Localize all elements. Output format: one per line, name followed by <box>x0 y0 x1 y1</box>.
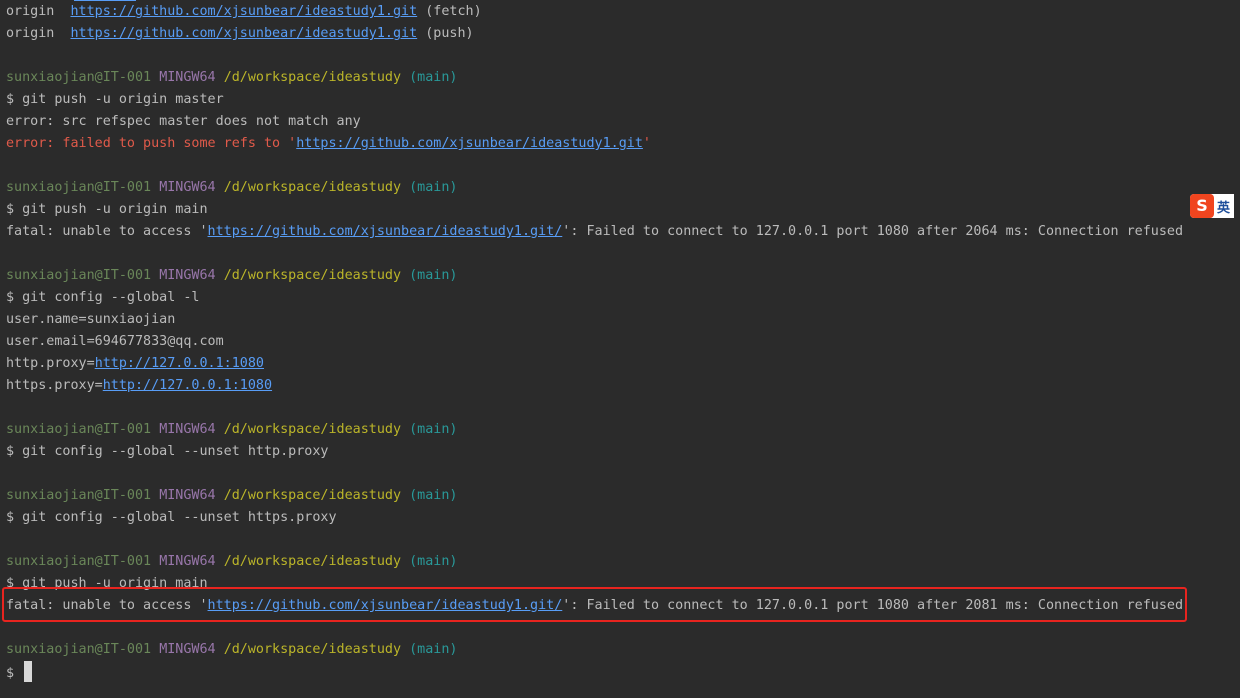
command-line: $ git push -u origin main <box>6 202 208 217</box>
config-https-proxy: https.proxy=http://127.0.0.1:1080 <box>6 378 273 393</box>
command-line: $ git config --global --unset http.proxy <box>6 444 329 459</box>
sogou-ime-icon: S <box>1190 194 1214 218</box>
config-user-name: user.name=sunxiaojian <box>6 312 176 327</box>
prompt-line: sunxiaojian@IT-001 MINGW64 /d/workspace/… <box>6 180 458 195</box>
error-line: error: failed to push some refs to 'http… <box>6 136 651 151</box>
fatal-url[interactable]: https://github.com/xjsunbear/ideastudy1.… <box>208 598 563 613</box>
ime-indicator[interactable]: S 英 <box>1190 194 1235 218</box>
prompt-line: sunxiaojian@IT-001 MINGW64 /d/workspace/… <box>6 488 458 503</box>
command-line: $ git push -u origin main <box>6 576 208 591</box>
command-line: $ git config --global -l <box>6 290 200 305</box>
prompt-line: sunxiaojian@IT-001 MINGW64 /d/workspace/… <box>6 642 458 657</box>
prompt-line: sunxiaojian@IT-001 MINGW64 /d/workspace/… <box>6 554 458 569</box>
fatal-line: fatal: unable to access 'https://github.… <box>6 224 1184 239</box>
command-line: $ git push -u origin master <box>6 92 224 107</box>
remote-push-line: origin https://github.com/xjsunbear/idea… <box>6 26 474 41</box>
fatal-url[interactable]: https://github.com/xjsunbear/ideastudy1.… <box>208 224 563 239</box>
command-line: $ git config --global --unset https.prox… <box>6 510 337 525</box>
ime-mode-label: 英 <box>1217 200 1231 216</box>
terminal-output[interactable]: origin https://github.com/xjsunbear/idea… <box>6 1 1240 683</box>
prompt-line: sunxiaojian@IT-001 MINGW64 /d/workspace/… <box>6 268 458 283</box>
text-cursor <box>24 661 33 682</box>
http-proxy-url[interactable]: http://127.0.0.1:1080 <box>95 356 264 371</box>
prompt-line: sunxiaojian@IT-001 MINGW64 /d/workspace/… <box>6 422 458 437</box>
https-proxy-url[interactable]: http://127.0.0.1:1080 <box>103 378 272 393</box>
push-fail-url[interactable]: https://github.com/xjsunbear/ideastudy1.… <box>296 136 643 151</box>
remote-fetch-line: origin https://github.com/xjsunbear/idea… <box>6 4 482 19</box>
input-line[interactable]: $ <box>6 661 1240 683</box>
prompt-line: sunxiaojian@IT-001 MINGW64 /d/workspace/… <box>6 70 458 85</box>
output-line: error: src refspec master does not match… <box>6 114 361 129</box>
remote-push-url[interactable]: https://github.com/xjsunbear/ideastudy1.… <box>71 26 418 41</box>
config-http-proxy: http.proxy=http://127.0.0.1:1080 <box>6 356 264 371</box>
remote-fetch-url[interactable]: https://github.com/xjsunbear/ideastudy1.… <box>71 4 418 19</box>
config-user-email: user.email=694677833@qq.com <box>6 334 224 349</box>
fatal-line-highlighted: fatal: unable to access 'https://github.… <box>6 598 1184 613</box>
